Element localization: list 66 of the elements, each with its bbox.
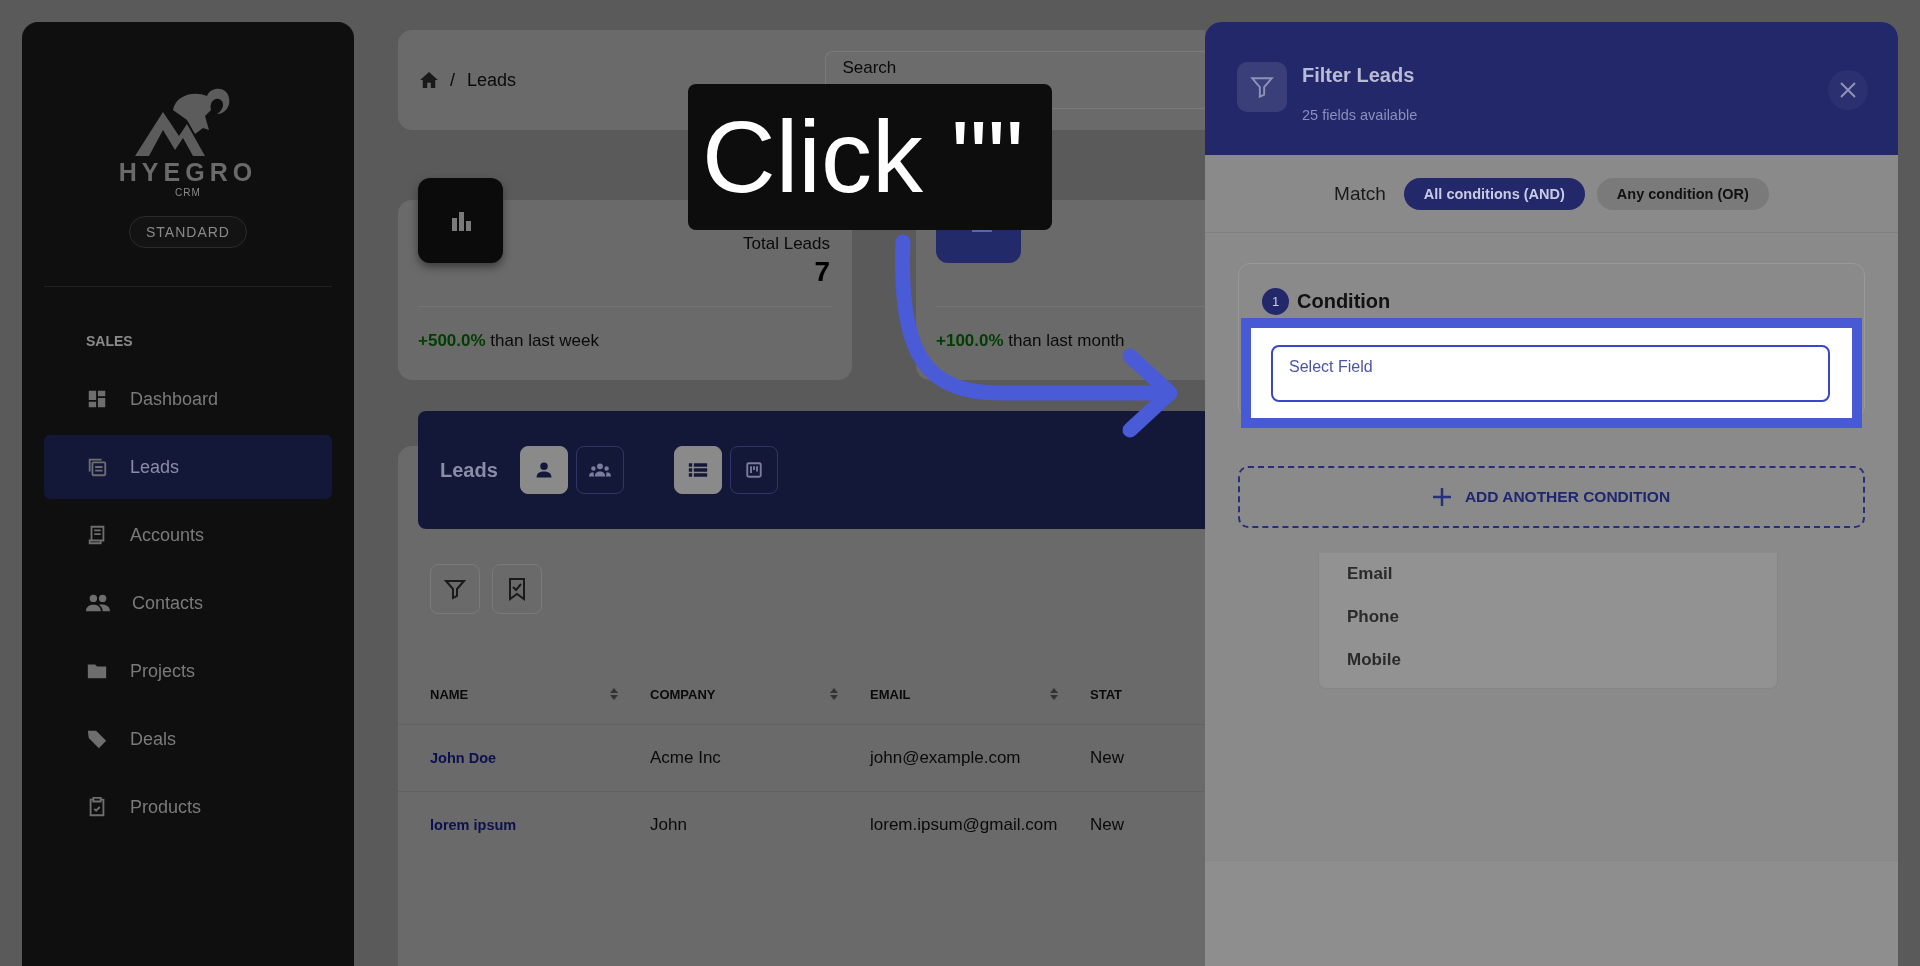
brand-name: HYEGRO	[118, 158, 258, 187]
table-cell: New	[1090, 815, 1124, 834]
view-toggle-button[interactable]	[519, 446, 568, 494]
sidebar-item[interactable]: Accounts	[44, 503, 332, 567]
lead-name-link[interactable]: lorem ipsum	[430, 817, 517, 833]
table-cell: Acme Inc	[650, 748, 721, 767]
breadcrumb-item[interactable]: Leads	[467, 69, 517, 91]
view-toggle-button[interactable]	[729, 446, 778, 494]
dashboard-icon	[86, 388, 108, 410]
panel-subtitle: 25 fields available	[1302, 107, 1418, 123]
table-cell: lorem.ipsum@gmail.com	[870, 815, 1058, 834]
list-icon	[687, 461, 708, 479]
sort-icon[interactable]	[610, 688, 618, 700]
bookmark-check-icon	[506, 577, 528, 601]
filter-icon	[443, 577, 467, 601]
dropdown-option[interactable]: Mobile	[1319, 645, 1777, 688]
match-option[interactable]: Any condition (OR)	[1596, 177, 1769, 210]
breadcrumb-separator: /	[450, 69, 455, 91]
home-icon[interactable]	[420, 72, 438, 88]
lead-name-link[interactable]: John Doe	[430, 750, 497, 766]
close-icon	[1840, 82, 1856, 98]
match-label: Match	[1334, 182, 1386, 205]
view-toggle-button[interactable]	[673, 446, 722, 494]
column-header[interactable]: COMPANY	[650, 686, 716, 702]
sort-icon[interactable]	[830, 688, 838, 700]
sidebar-item[interactable]: Leads	[44, 435, 332, 499]
section-heading: SALES	[86, 333, 134, 349]
dropdown-option[interactable]: Email	[1319, 559, 1777, 602]
leads-title: Leads	[440, 458, 498, 482]
plan-badge: STANDARD	[129, 216, 247, 248]
column-header[interactable]: EMAIL	[870, 686, 911, 702]
click-instruction-tooltip: Click ""	[688, 84, 1052, 230]
dropdown-option[interactable]: Phone	[1319, 602, 1777, 645]
stat-value: 7	[814, 256, 830, 288]
table-cell: John	[650, 815, 687, 834]
table-cell: New	[1090, 748, 1124, 767]
sort-icon[interactable]	[1050, 688, 1058, 700]
stat-change: +500.0% than last week	[418, 331, 599, 351]
people-icon	[86, 592, 110, 614]
condition-number: 1	[1262, 288, 1289, 315]
column-header[interactable]: NAME	[430, 686, 469, 702]
sidebar-item[interactable]: Products	[44, 775, 332, 839]
condition-title: Condition	[1297, 290, 1391, 313]
brand-subtitle: CRM	[175, 187, 201, 198]
add-condition-button[interactable]: ADD ANOTHER CONDITION	[1238, 466, 1865, 528]
board-icon	[744, 461, 763, 479]
close-button[interactable]	[1828, 70, 1868, 110]
view-toggle-button[interactable]	[575, 446, 624, 494]
plus-icon	[1432, 488, 1451, 506]
sidebar-item[interactable]: Contacts	[44, 571, 332, 635]
filter-icon	[1249, 74, 1275, 100]
table-cell: john@example.com	[870, 748, 1021, 767]
filter-button[interactable]	[430, 564, 480, 614]
column-header[interactable]: STAT	[1090, 686, 1122, 702]
sidebar-item[interactable]: Projects	[44, 639, 332, 703]
stat-change: +100.0% than last month	[936, 331, 1125, 351]
person-icon	[534, 461, 553, 479]
tag-icon	[86, 728, 108, 750]
sidebar-item[interactable]: Deals	[44, 707, 332, 771]
stat-label: Total Leads	[743, 234, 830, 254]
saved-filters-button[interactable]	[492, 564, 542, 614]
select-field[interactable]: Select Field	[1271, 345, 1830, 402]
match-option[interactable]: All conditions (AND)	[1403, 177, 1585, 210]
sidebar-item[interactable]: Dashboard	[44, 367, 332, 431]
group-icon	[588, 462, 611, 478]
panel-title: Filter Leads	[1302, 64, 1416, 87]
